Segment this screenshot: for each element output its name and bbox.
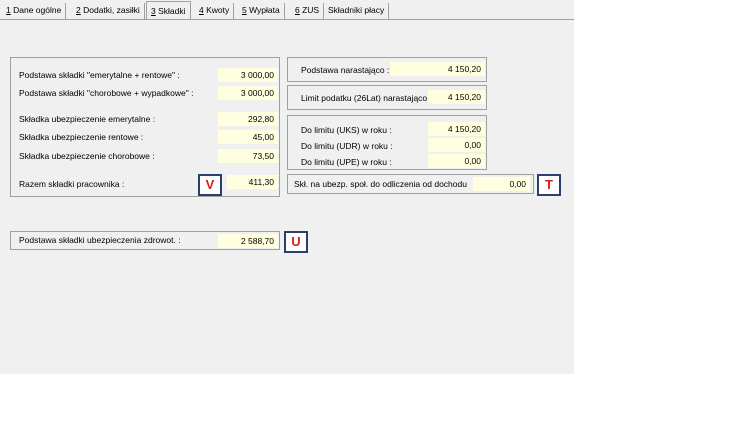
upe-limit-label: Do limitu (UPE) w roku : — [301, 157, 392, 167]
tab-label: Dane ogólne — [10, 5, 62, 15]
marker-t: T — [537, 174, 561, 196]
chor-contribution-label: Składka ubezpieczenie chorobowe : — [19, 151, 155, 161]
health-group: Podstawa składki ubezpieczenia zdrowot. … — [10, 231, 280, 250]
chor-contribution-field[interactable]: 73,50 — [218, 149, 278, 163]
emer-contribution-label: Składka ubezpieczenie emerytalne : — [19, 114, 156, 124]
tab-label: Wypłata — [246, 5, 280, 15]
tab-label: Składniki płacy — [328, 5, 385, 15]
rent-contribution-field[interactable]: 45,00 — [218, 130, 278, 144]
tab-bar: 1 Dane ogólne 2 Dodatki, zasiłki 3 Skład… — [0, 0, 574, 20]
total-contributions-label: Razem składki pracownika : — [19, 179, 125, 189]
udr-limit-label: Do limitu (UDR) w roku : — [301, 141, 393, 151]
deduction-field[interactable]: 0,00 — [473, 177, 530, 191]
chor-wyp-base-field[interactable]: 3 000,00 — [218, 86, 278, 100]
rent-contribution-label: Składka ubezpieczenie rentowe : — [19, 132, 144, 142]
tab-skladki[interactable]: 3 Składki — [146, 1, 191, 20]
deduction-group: Skł. na ubezp. społ. do odliczenia od do… — [287, 174, 534, 194]
chor-wyp-base-label: Podstawa składki "chorobowe + wypadkowe"… — [19, 88, 194, 98]
emer-contribution-field[interactable]: 292,80 — [218, 112, 278, 126]
tab-kwoty[interactable]: 4 Kwoty — [195, 3, 235, 19]
health-base-label: Podstawa składki ubezpieczenia zdrowot. … — [19, 235, 181, 245]
tab-dodatki-zasilki[interactable]: 2 Dodatki, zasiłki — [72, 3, 145, 19]
tab-label: Kwoty — [203, 5, 230, 15]
udr-limit-field[interactable]: 0,00 — [428, 138, 485, 152]
uks-limit-label: Do limitu (UKS) w roku : — [301, 125, 392, 135]
upe-limit-field[interactable]: 0,00 — [428, 154, 485, 168]
tab-zus[interactable]: 6 ZUS — [291, 3, 325, 19]
tax-limit-label: Limit podatku (26Lat) narastająco : — [301, 93, 432, 103]
cumulative-base-group: Podstawa narastająco : 4 150,20 — [287, 57, 487, 82]
tab-divider — [0, 19, 574, 20]
emer-rent-base-field[interactable]: 3 000,00 — [218, 68, 278, 82]
tab-label: Dodatki, zasiłki — [80, 5, 140, 15]
cumulative-base-label: Podstawa narastająco : — [301, 65, 390, 75]
annual-limit-group: Do limitu (UKS) w roku : 4 150,20 Do lim… — [287, 115, 487, 170]
cumulative-base-field[interactable]: 4 150,20 — [390, 62, 485, 76]
tab-label: ZUS — [299, 5, 320, 15]
tax-limit-field[interactable]: 4 150,20 — [428, 90, 485, 104]
tab-dane-ogolne[interactable]: 1 Dane ogólne — [2, 3, 67, 19]
marker-u: U — [284, 231, 308, 253]
total-contributions-field[interactable]: 411,30 — [227, 175, 278, 189]
emer-rent-base-label: Podstawa składki "emerytalne + rentowe" … — [19, 70, 180, 80]
health-base-field[interactable]: 2 588,70 — [218, 234, 278, 248]
tab-skladniki-placy[interactable]: Składniki płacy — [324, 3, 390, 19]
uks-limit-field[interactable]: 4 150,20 — [428, 122, 485, 136]
tax-limit-group: Limit podatku (26Lat) narastająco : 4 15… — [287, 85, 487, 110]
tab-wyplata[interactable]: 5 Wypłata — [238, 3, 285, 19]
contributions-group: Podstawa składki "emerytalne + rentowe" … — [10, 57, 280, 197]
marker-v: V — [198, 174, 222, 196]
form-panel: 1 Dane ogólne 2 Dodatki, zasiłki 3 Skład… — [0, 0, 574, 374]
deduction-label: Skł. na ubezp. społ. do odliczenia od do… — [294, 179, 467, 189]
tab-label: Składki — [155, 6, 186, 16]
